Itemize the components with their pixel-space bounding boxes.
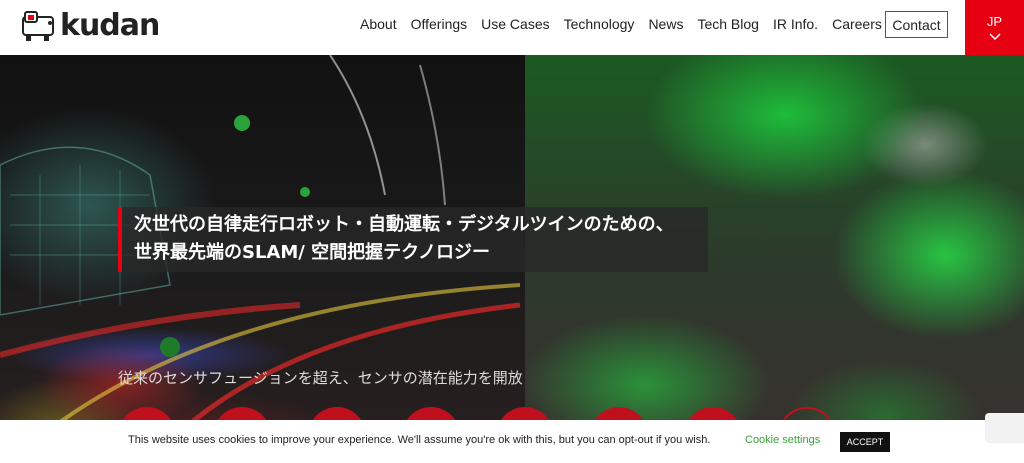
language-switcher[interactable]: JP [965,0,1024,55]
nav-tech-blog[interactable]: Tech Blog [697,16,758,32]
pointcloud-dot [234,115,250,131]
hero-subheadline: 従来のセンサフュージョンを超え、センサの潜在能力を開放 [118,369,523,387]
cookie-message: This website uses cookies to improve you… [128,434,711,446]
nav-technology[interactable]: Technology [564,16,635,32]
language-label: JP [986,14,1003,29]
site-header: kudan About Offerings Use Cases Technolo… [0,0,1024,55]
cookie-settings-link[interactable]: Cookie settings [745,434,820,446]
nav-about[interactable]: About [360,16,397,32]
recaptcha-badge[interactable] [985,413,1024,443]
elephant-icon [20,9,58,43]
nav-careers[interactable]: Careers [832,16,882,32]
nav-ir-info[interactable]: IR Info. [773,16,818,32]
main-nav: About Offerings Use Cases Technology New… [360,0,896,48]
hero-headline-box: 次世代の自律走行ロボット・自動運転・デジタルツインのための、 世界最先端のSLA… [118,207,708,272]
cookie-banner: This website uses cookies to improve you… [0,420,1024,463]
nav-news[interactable]: News [648,16,683,32]
hero-headline-line2: 世界最先端のSLAM/ 空間把握テクノロジー [134,242,491,263]
logo-wordmark: kudan [60,8,160,43]
nav-offerings[interactable]: Offerings [411,16,468,32]
pointcloud-dot [160,337,180,357]
hero-banner: 次世代の自律走行ロボット・自動運転・デジタルツインのための、 世界最先端のSLA… [0,55,1024,463]
accept-button[interactable]: ACCEPT [840,432,890,452]
hero-headline-line1: 次世代の自律走行ロボット・自動運転・デジタルツインのための、 [134,214,674,235]
contact-button[interactable]: Contact [885,11,948,38]
pointcloud-dot [300,187,310,197]
kudan-logo[interactable]: kudan [20,8,160,44]
chevron-down-icon [988,33,1001,41]
nav-use-cases[interactable]: Use Cases [481,16,549,32]
